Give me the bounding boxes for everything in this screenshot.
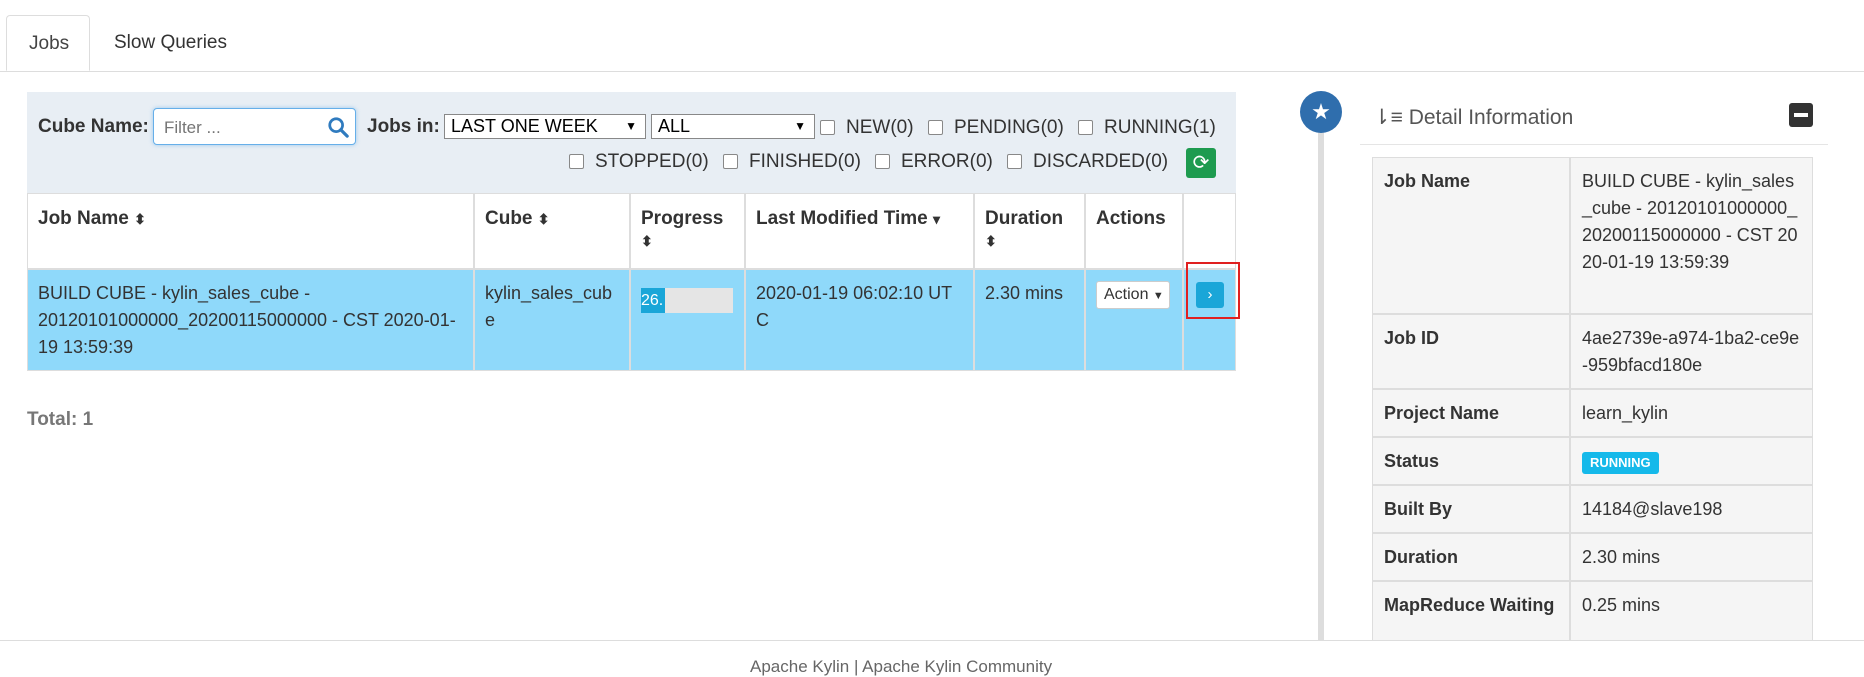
detail-value-duration: 2.30 mins	[1570, 533, 1813, 581]
scope-select[interactable]: ALL ▼	[651, 114, 815, 139]
detail-value-project: learn_kylin	[1570, 389, 1813, 437]
checkbox-finished[interactable]	[723, 154, 738, 169]
collapse-icon[interactable]	[1789, 103, 1813, 127]
detail-key: Job Name	[1372, 157, 1570, 314]
header-detail	[1183, 193, 1236, 269]
cube-search-box[interactable]	[153, 108, 356, 145]
header-cube[interactable]: Cube ⬍	[474, 193, 630, 269]
jobs-in-label: Jobs in:	[367, 116, 440, 137]
checkbox-pending[interactable]	[928, 120, 943, 135]
detail-value-status: RUNNING	[1570, 437, 1813, 485]
checkbox-running-label: RUNNING(1)	[1104, 117, 1216, 138]
header-progress[interactable]: Progress ⬍	[630, 193, 745, 269]
search-icon[interactable]	[327, 116, 349, 138]
time-range-value: LAST ONE WEEK	[451, 116, 598, 136]
detail-title: ⇂≡ Detail Information	[1373, 106, 1574, 129]
checkbox-stopped-label: STOPPED(0)	[595, 151, 709, 172]
footer-text: Apache Kylin | Apache Kylin Community	[750, 657, 1053, 676]
sort-icon: ⬍	[985, 233, 997, 249]
checkbox-stopped[interactable]	[569, 154, 584, 169]
cell-last-modified: 2020-01-19 06:02:10 UTC	[745, 269, 974, 371]
header-actions: Actions	[1085, 193, 1183, 269]
progress-bar-fill: 26.	[641, 288, 665, 313]
footer: Apache Kylin | Apache Kylin Community	[0, 640, 1864, 676]
sort-icon: ⬍	[537, 211, 550, 227]
cell-progress	[630, 269, 745, 371]
highlight-box	[1186, 262, 1240, 319]
action-dropdown-button[interactable]: Action ▼	[1096, 281, 1170, 309]
checkbox-finished-label: FINISHED(0)	[749, 151, 861, 172]
checkbox-pending-label: PENDING(0)	[954, 117, 1064, 138]
sort-amount-icon: ⇂≡	[1373, 106, 1403, 129]
detail-key: Built By	[1372, 485, 1570, 533]
caret-down-icon: ▼	[1152, 290, 1164, 302]
detail-key: Duration	[1372, 533, 1570, 581]
timeline-line	[1318, 110, 1324, 640]
time-range-select[interactable]: LAST ONE WEEK ▼	[444, 114, 646, 139]
progress-label: 26.	[641, 292, 664, 309]
sort-icon: ⬍	[641, 233, 653, 249]
scope-value: ALL	[658, 116, 691, 136]
header-duration[interactable]: Duration ⬍	[974, 193, 1085, 269]
tab-bar: Jobs Slow Queries	[0, 0, 1864, 72]
header-last-modified[interactable]: Last Modified Time ▾	[745, 193, 974, 269]
chevron-down-icon: ▼	[625, 119, 637, 133]
total-count: Total: 1	[27, 409, 94, 430]
checkbox-new-label: NEW(0)	[846, 117, 914, 138]
checkbox-running[interactable]	[1078, 120, 1093, 135]
checkbox-error-label: ERROR(0)	[901, 151, 993, 172]
checkbox-discarded-label: DISCARDED(0)	[1033, 151, 1169, 172]
refresh-icon: ⟳	[1192, 152, 1210, 174]
detail-value-job-name: BUILD CUBE - kylin_sales_cube - 20120101…	[1570, 157, 1813, 314]
tab-slow-queries[interactable]: Slow Queries	[92, 15, 249, 71]
chevron-down-icon: ▼	[794, 119, 806, 133]
detail-key: Job ID	[1372, 314, 1570, 389]
checkbox-error[interactable]	[875, 154, 890, 169]
cube-name-label: Cube Name:	[38, 116, 149, 137]
detail-key: Status	[1372, 437, 1570, 485]
sort-desc-icon: ▾	[933, 211, 941, 227]
detail-key: Project Name	[1372, 389, 1570, 437]
detail-value-built-by: 14184@slave198	[1570, 485, 1813, 533]
cell-cube: kylin_sales_cube	[474, 269, 630, 371]
cell-job-name: BUILD CUBE - kylin_sales_cube - 20120101…	[27, 269, 474, 371]
cube-search-input[interactable]	[162, 115, 326, 141]
header-job-name[interactable]: Job Name ⬍	[27, 193, 474, 269]
status-badge: RUNNING	[1582, 452, 1659, 474]
cell-duration: 2.30 mins	[974, 269, 1085, 371]
sort-icon: ⬍	[134, 211, 146, 227]
checkbox-discarded[interactable]	[1007, 154, 1022, 169]
tab-jobs[interactable]: Jobs	[6, 15, 90, 71]
detail-value-job-id: 4ae2739e-a974-1ba2-ce9e-959bfacd180e	[1570, 314, 1813, 389]
star-icon: ★	[1300, 91, 1342, 133]
checkbox-new[interactable]	[820, 120, 835, 135]
refresh-button[interactable]: ⟳	[1186, 148, 1216, 178]
